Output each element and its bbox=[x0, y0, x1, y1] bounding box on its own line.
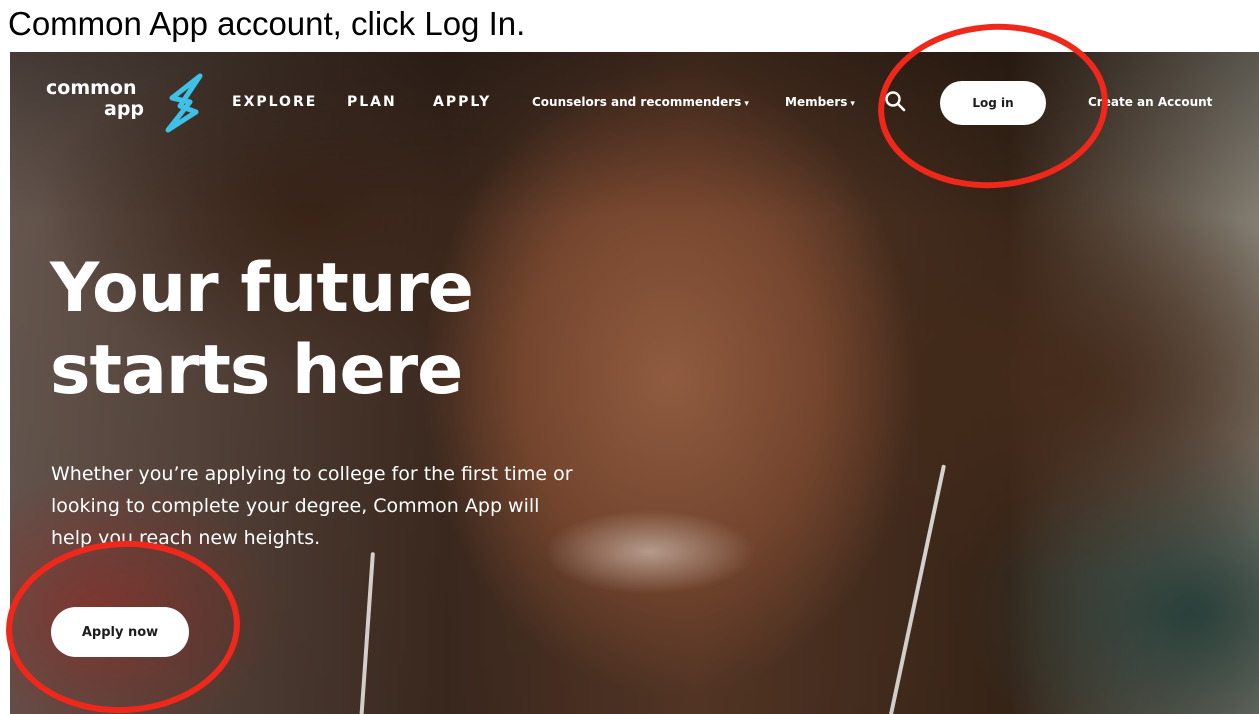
hero-title-line-1: Your future bbox=[50, 249, 474, 328]
instruction-caption: Common App account, click Log In. bbox=[8, 5, 526, 42]
common-app-logo[interactable]: common app bbox=[46, 78, 144, 120]
hero-subtitle-line-1: Whether you’re applying to college for t… bbox=[51, 463, 573, 485]
chevron-down-icon: ▾ bbox=[850, 99, 855, 109]
logo-text-app: app bbox=[104, 98, 145, 120]
nav-members-label: Members bbox=[785, 95, 848, 109]
hero-title: Your future starts here bbox=[50, 248, 474, 412]
nav-counselors-dropdown[interactable]: Counselors and recommenders ▾ bbox=[532, 95, 749, 109]
nav-counselors-label: Counselors and recommenders bbox=[532, 95, 742, 109]
logo-mark-icon bbox=[165, 73, 203, 133]
nav-plan[interactable]: PLAN bbox=[347, 94, 397, 110]
hero-subtitle-line-2: looking to complete your degree, Common … bbox=[51, 495, 540, 517]
nav-explore[interactable]: EXPLORE bbox=[232, 94, 317, 110]
chevron-down-icon: ▾ bbox=[744, 99, 749, 109]
nav-members-dropdown[interactable]: Members ▾ bbox=[785, 95, 855, 109]
logo-text-common: common bbox=[46, 77, 137, 99]
hero-subtitle: Whether you’re applying to college for t… bbox=[51, 458, 631, 554]
nav-apply[interactable]: APPLY bbox=[433, 94, 491, 110]
hero-title-line-2: starts here bbox=[50, 331, 463, 410]
